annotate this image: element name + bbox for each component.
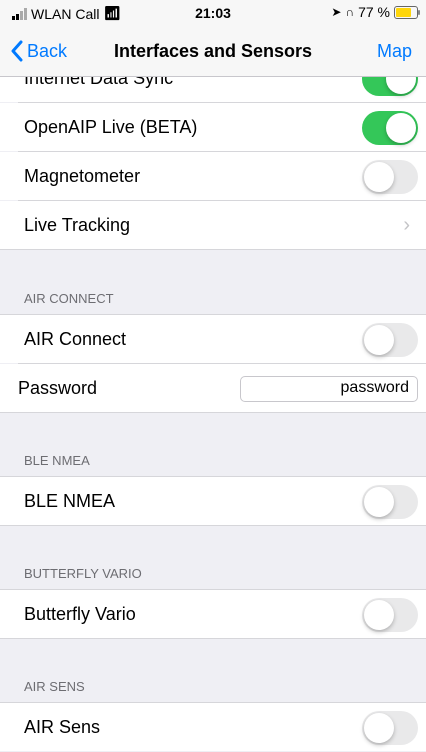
section-header-butterfly-vario: BUTTERFLY VARIO	[24, 566, 142, 581]
ble-nmea-label: BLE NMEA	[24, 491, 116, 511]
map-button[interactable]: Map	[377, 41, 412, 62]
row-live-tracking[interactable]: Live Tracking ›	[0, 201, 426, 249]
section-header-air-connect: AIR CONNECT	[24, 291, 114, 306]
location-arrow-icon: ➤	[331, 5, 342, 19]
ble-nmea-toggle[interactable]	[362, 485, 418, 519]
magnetometer-label: Magnetometer	[24, 166, 141, 186]
internet-data-sync-toggle[interactable]	[362, 77, 418, 96]
openaip-live-toggle[interactable]	[362, 111, 418, 145]
divider	[0, 638, 426, 639]
butterfly-vario-label: Butterfly Vario	[24, 604, 136, 624]
navigation-bar: Back Interfaces and Sensors Map	[0, 26, 426, 77]
internet-data-sync-label: Internet Data Sync	[24, 77, 174, 88]
butterfly-vario-toggle[interactable]	[362, 598, 418, 632]
headphones-icon: ∩	[345, 5, 355, 19]
toggle-knob	[364, 162, 394, 192]
air-connect-toggle[interactable]	[362, 323, 418, 357]
section-header-ble-nmea: BLE NMEA	[24, 453, 90, 468]
battery-percent: 77 %	[358, 4, 390, 20]
toggle-knob	[364, 487, 394, 517]
toggle-knob	[364, 325, 394, 355]
page-title: Interfaces and Sensors	[113, 41, 313, 61]
password-label: Password	[18, 378, 98, 398]
battery-icon	[394, 5, 420, 19]
divider	[0, 525, 426, 526]
divider	[0, 249, 426, 250]
row-password: Password password	[0, 364, 426, 412]
settings-list[interactable]: Internet Data Sync OpenAIP Live (BETA) M…	[0, 77, 426, 752]
divider	[0, 412, 426, 413]
air-sens-toggle[interactable]	[362, 711, 418, 745]
row-air-connect: AIR Connect	[0, 315, 426, 363]
live-tracking-label: Live Tracking	[24, 215, 131, 235]
password-field[interactable]: password	[240, 376, 418, 402]
toggle-knob	[386, 113, 416, 143]
section-header-air-sens: AIR SENS	[24, 679, 85, 694]
openaip-live-label: OpenAIP Live (BETA)	[24, 117, 198, 137]
air-sens-label: AIR Sens	[24, 717, 101, 737]
toggle-knob	[364, 713, 394, 743]
row-air-sens: AIR Sens	[0, 703, 426, 751]
toggle-knob	[386, 77, 416, 94]
magnetometer-toggle[interactable]	[362, 160, 418, 194]
toggle-knob	[364, 600, 394, 630]
chevron-right-icon: ›	[403, 214, 410, 236]
air-connect-label: AIR Connect	[24, 329, 127, 349]
status-right: ➤ ∩ 77 %	[331, 4, 420, 20]
row-magnetometer: Magnetometer	[0, 152, 426, 200]
row-openaip-live: OpenAIP Live (BETA)	[0, 103, 426, 151]
row-ble-nmea: BLE NMEA	[0, 477, 426, 525]
row-internet-data-sync: Internet Data Sync	[0, 77, 426, 102]
row-butterfly-vario: Butterfly Vario	[0, 590, 426, 638]
status-bar: WLAN Call 📶︎ 21:03 ➤ ∩ 77 %	[0, 0, 426, 26]
